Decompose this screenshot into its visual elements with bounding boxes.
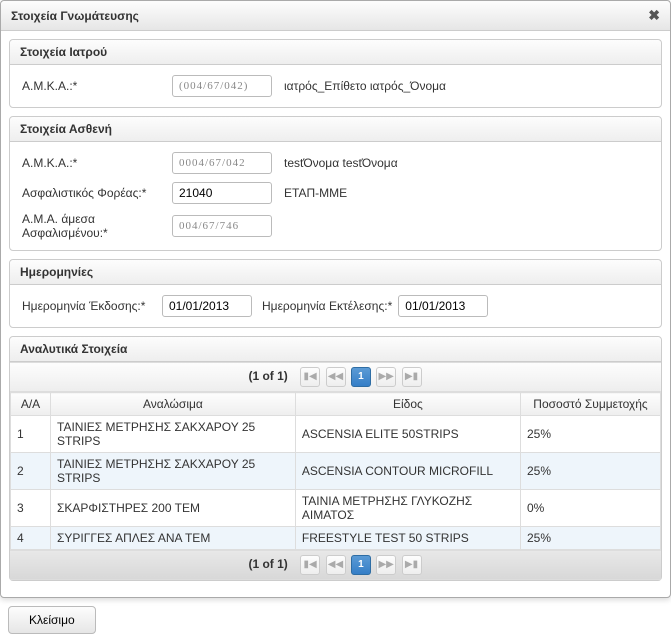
table-row[interactable]: 4ΣΥΡΙΓΓΕΣ ΑΠΛΕΣ ΑΝΑ ΤΕΜFREESTYLE TEST 50…: [11, 527, 661, 550]
page-current[interactable]: 1: [351, 367, 371, 387]
cell-type: ASCENSIA CONTOUR MICROFILL: [295, 453, 520, 490]
cell-pct: 25%: [521, 453, 661, 490]
paginator-info-top: (1 of 1): [248, 369, 287, 383]
dialog: Στοιχεία Γνωμάτευσης ✖ Στοιχεία Ιατρού Α…: [0, 0, 671, 598]
paginator-bottom: (1 of 1) ▮◀ ◀◀ 1 ▶▶ ▶▮: [10, 550, 661, 580]
close-button[interactable]: Κλείσιμο: [8, 606, 96, 634]
panel-details-header: Αναλυτικά Στοιχεία: [10, 337, 661, 362]
first-page-icon[interactable]: ▮◀: [300, 367, 320, 387]
table-header-row: A/A Αναλώσιμα Είδος Ποσοστό Συμμετοχής: [11, 393, 661, 416]
cell-aa: 4: [11, 527, 51, 550]
col-consumable: Αναλώσιμα: [51, 393, 296, 416]
panel-patient: Στοιχεία Ασθενή Α.Μ.Κ.Α.:* 0004/67/042 t…: [9, 116, 662, 251]
patient-amka-value: 0004/67/042: [172, 152, 272, 174]
cell-aa: 2: [11, 453, 51, 490]
close-icon[interactable]: ✖: [648, 7, 660, 24]
details-table: A/A Αναλώσιμα Είδος Ποσοστό Συμμετοχής 1…: [10, 392, 661, 550]
cell-type: FREESTYLE TEST 50 STRIPS: [295, 527, 520, 550]
col-type: Είδος: [295, 393, 520, 416]
table-row[interactable]: 2ΤΑΙΝΙΕΣ ΜΕΤΡΗΣΗΣ ΣΑΚΧΑΡΟΥ 25 STRIPSASCE…: [11, 453, 661, 490]
exec-date-label: Ημερομηνία Εκτέλεσης:*: [262, 299, 392, 313]
patient-amka-label: Α.Μ.Κ.Α.:*: [22, 156, 172, 170]
paginator-info-bottom: (1 of 1): [248, 557, 287, 571]
cell-pct: 25%: [521, 416, 661, 453]
cell-aa: 1: [11, 416, 51, 453]
table-row[interactable]: 1ΤΑΙΝΙΕΣ ΜΕΤΡΗΣΗΣ ΣΑΚΧΑΡΟΥ 25 STRIPSASCE…: [11, 416, 661, 453]
issue-date-label: Ημερομηνία Έκδοσης:*: [22, 299, 162, 313]
cell-pct: 25%: [521, 527, 661, 550]
cell-consumable: ΤΑΙΝΙΕΣ ΜΕΤΡΗΣΗΣ ΣΑΚΧΑΡΟΥ 25 STRIPS: [51, 453, 296, 490]
cell-consumable: ΤΑΙΝΙΕΣ ΜΕΤΡΗΣΗΣ ΣΑΚΧΑΡΟΥ 25 STRIPS: [51, 416, 296, 453]
dialog-title: Στοιχεία Γνωμάτευσης: [11, 9, 139, 23]
exec-date-input[interactable]: [398, 295, 488, 317]
table-row[interactable]: 3ΣΚΑΡΦΙΣΤΗΡΕΣ 200 ΤΕΜΤΑΙΝΙΑ ΜΕΤΡΗΣΗΣ ΓΛΥ…: [11, 490, 661, 527]
panel-doctor: Στοιχεία Ιατρού Α.Μ.Κ.Α.:* (004/67/042) …: [9, 39, 662, 108]
next-page-icon[interactable]: ▶▶: [376, 555, 396, 575]
cell-consumable: ΣΚΑΡΦΙΣΤΗΡΕΣ 200 ΤΕΜ: [51, 490, 296, 527]
last-page-icon[interactable]: ▶▮: [402, 367, 422, 387]
dialog-header[interactable]: Στοιχεία Γνωμάτευσης ✖: [1, 1, 670, 31]
direct-amka-label: Α.Μ.Α. άμεσα Ασφαλισμένου:*: [22, 212, 172, 240]
panel-doctor-header: Στοιχεία Ιατρού: [10, 40, 661, 65]
cell-pct: 0%: [521, 490, 661, 527]
panel-details: Αναλυτικά Στοιχεία (1 of 1) ▮◀ ◀◀ 1 ▶▶ ▶…: [9, 336, 662, 581]
next-page-icon[interactable]: ▶▶: [376, 367, 396, 387]
ins-org-label: Ασφαλιστικός Φορέας:*: [22, 186, 172, 200]
panel-dates-header: Ημερομηνίες: [10, 260, 661, 285]
col-pct: Ποσοστό Συμμετοχής: [521, 393, 661, 416]
ins-org-name: ΕΤΑΠ-ΜΜΕ: [284, 186, 347, 200]
patient-name: testΌνομα testΌνομα: [284, 156, 398, 170]
ins-org-input[interactable]: [172, 182, 272, 204]
dialog-body: Στοιχεία Ιατρού Α.Μ.Κ.Α.:* (004/67/042) …: [1, 31, 670, 597]
doctor-amka-label: Α.Μ.Κ.Α.:*: [22, 79, 172, 93]
col-aa: A/A: [11, 393, 51, 416]
last-page-icon[interactable]: ▶▮: [402, 555, 422, 575]
panel-patient-header: Στοιχεία Ασθενή: [10, 117, 661, 142]
cell-type: ASCENSIA ELITE 50STRIPS: [295, 416, 520, 453]
cell-aa: 3: [11, 490, 51, 527]
direct-amka-value: 004/67/746: [172, 215, 272, 237]
prev-page-icon[interactable]: ◀◀: [326, 367, 346, 387]
doctor-name: ιατρός_Επίθετο ιατρός_Όνομα: [284, 79, 446, 93]
cell-type: ΤΑΙΝΙΑ ΜΕΤΡΗΣΗΣ ΓΛΥΚΟΖΗΣ ΑΙΜΑΤΟΣ: [295, 490, 520, 527]
doctor-amka-value: (004/67/042): [172, 75, 272, 97]
issue-date-input[interactable]: [162, 295, 252, 317]
prev-page-icon[interactable]: ◀◀: [326, 555, 346, 575]
footer: Κλείσιμο: [0, 598, 671, 642]
panel-dates: Ημερομηνίες Ημερομηνία Έκδοσης:* Ημερομη…: [9, 259, 662, 328]
page-current[interactable]: 1: [351, 555, 371, 575]
paginator-top: (1 of 1) ▮◀ ◀◀ 1 ▶▶ ▶▮: [10, 362, 661, 392]
first-page-icon[interactable]: ▮◀: [300, 555, 320, 575]
cell-consumable: ΣΥΡΙΓΓΕΣ ΑΠΛΕΣ ΑΝΑ ΤΕΜ: [51, 527, 296, 550]
